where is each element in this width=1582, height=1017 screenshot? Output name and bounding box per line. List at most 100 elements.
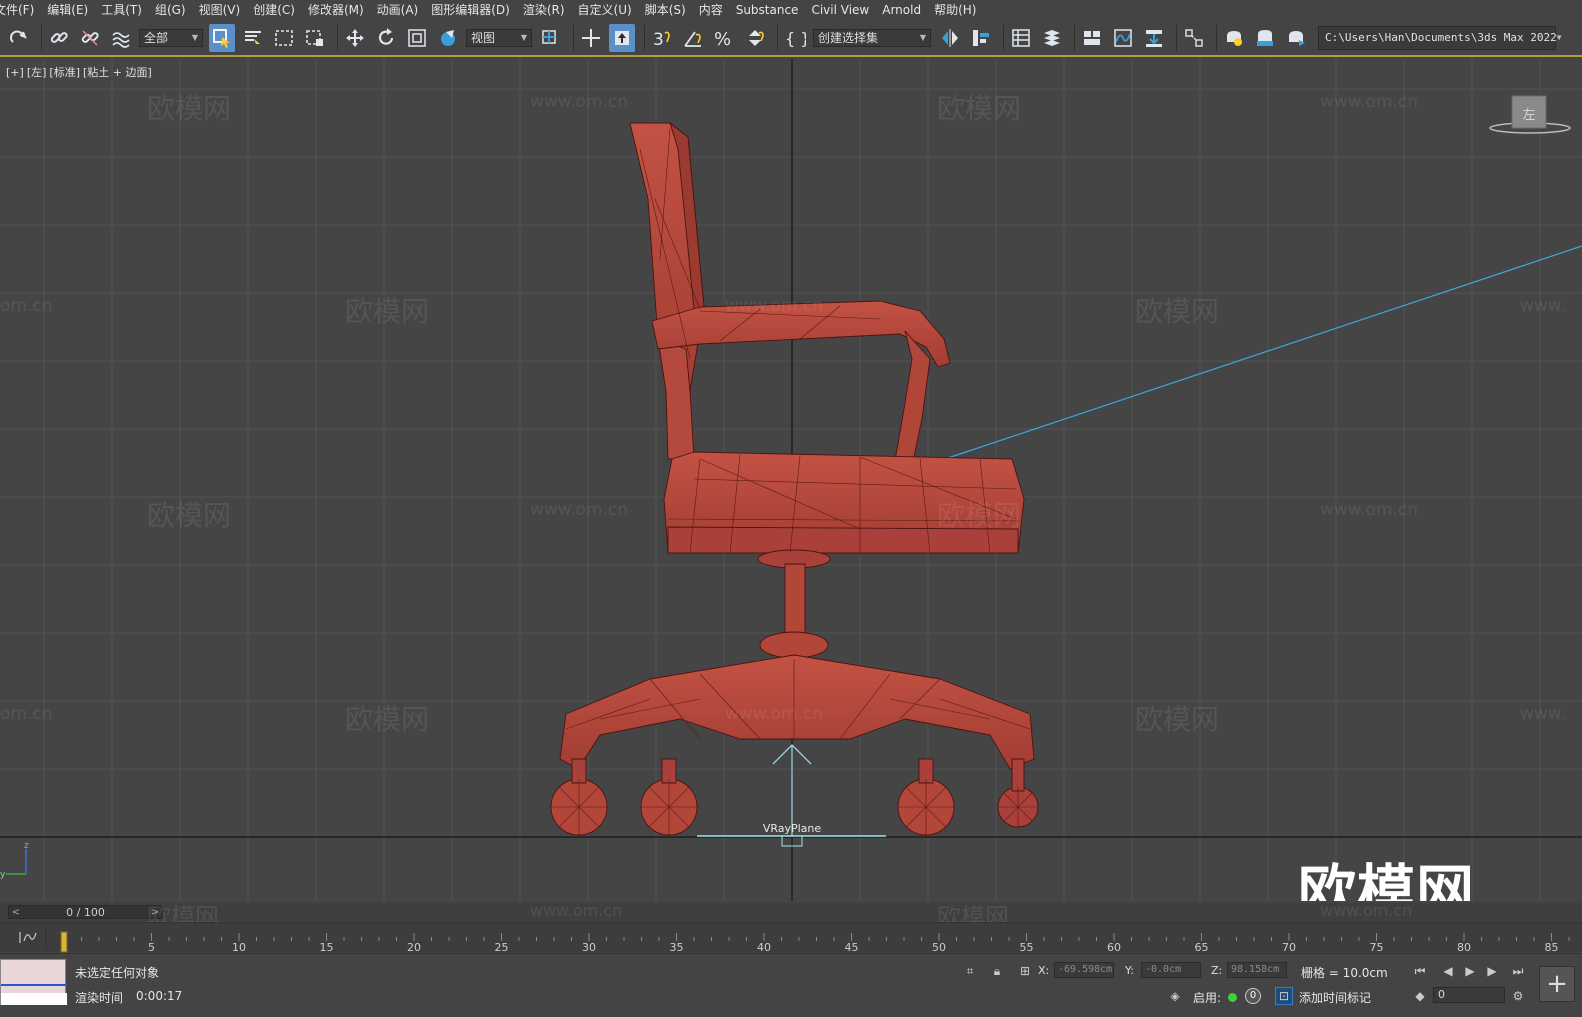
time-slider-value: 0 / 100 (66, 905, 105, 919)
scale-icon[interactable] (404, 24, 430, 52)
reference-coordinate-value: 视图 (471, 31, 496, 45)
z-coord-field[interactable]: 98.158cm (1227, 962, 1287, 978)
goto-end-icon[interactable]: ⏭ (1509, 962, 1527, 980)
watermark: 欧模网 (147, 92, 232, 125)
named-selection-dropdown[interactable]: 创建选择集 ▼ (813, 28, 931, 47)
left-viewport[interactable]: VRayPlane z y 左 [+] [左] [标准] [粘土 + 边面] 欧模网 … (0, 59, 1582, 901)
redo-icon[interactable] (6, 24, 32, 52)
spinner-snap-icon[interactable] (742, 24, 768, 52)
menu-item[interactable]: 动画(A) (377, 0, 432, 20)
scene-explorer-icon[interactable] (1008, 24, 1034, 52)
mini-curve-editor-icon[interactable] (19, 932, 37, 943)
time-tag-icon[interactable]: ⊡ (1275, 987, 1293, 1005)
menu-item[interactable]: 创建(C) (253, 0, 308, 20)
move-icon[interactable] (342, 24, 368, 52)
curve-editor-icon[interactable] (1110, 24, 1136, 52)
reference-coordinate-dropdown[interactable]: 视图 ▼ (466, 28, 532, 47)
bind-spacewarp-icon[interactable] (108, 24, 134, 52)
timeline[interactable]: 0510152025303540455055606570758085 (0, 922, 1582, 953)
render-setup-icon[interactable] (1221, 24, 1247, 52)
viewport-label-part[interactable]: [粘土 + 边面] (83, 66, 152, 79)
snaps-toggle-icon[interactable]: 3 (649, 24, 675, 52)
menu-item[interactable]: Civil View (811, 0, 882, 20)
watermark: om.cn (0, 704, 53, 724)
maxscript-listener-mini[interactable] (0, 959, 67, 1005)
menu-item[interactable]: Substance (736, 0, 812, 20)
menu-item[interactable]: Arnold (882, 0, 934, 20)
render-production-icon[interactable] (1283, 24, 1309, 52)
schematic-view-icon[interactable] (1141, 24, 1167, 52)
unlink-icon[interactable] (77, 24, 103, 52)
x-coord-field[interactable]: -69.598cm (1054, 962, 1114, 978)
timeline-tick-label: 55 (1020, 941, 1034, 953)
menu-item[interactable]: 渲染(R) (523, 0, 578, 20)
menu-item[interactable]: 帮助(H) (934, 0, 989, 20)
menu-item[interactable]: 文件(F) (0, 0, 47, 20)
goto-start-icon[interactable]: ⏮ (1411, 962, 1429, 980)
angle-snap-icon[interactable] (680, 24, 706, 52)
svg-text:%: % (714, 29, 731, 49)
enabled-count-badge: 0 (1245, 988, 1261, 1004)
menu-item[interactable]: 视图(V) (199, 0, 254, 20)
menu-item[interactable]: 图形编辑器(D) (431, 0, 523, 20)
chair-model[interactable] (550, 122, 1039, 836)
timeline-tick-label: 35 (670, 941, 684, 953)
keyboard-shortcut-override-icon[interactable] (609, 23, 635, 52)
frame-spinner-icon[interactable]: ◆ (1411, 987, 1429, 1005)
viewport-label-part[interactable]: [左] (27, 66, 47, 79)
isolate-selection-icon[interactable]: ⌗ (961, 962, 979, 980)
prev-frame-icon[interactable]: < (9, 907, 23, 918)
menu-item[interactable]: 编辑(E) (47, 0, 101, 20)
placement-icon[interactable] (435, 24, 461, 52)
material-editor-icon[interactable] (1181, 24, 1207, 52)
current-frame-value: 0 (1438, 988, 1445, 1001)
adaptive-degradation-icon[interactable]: ◈ (1166, 987, 1184, 1005)
timeline-ruler[interactable]: 0510152025303540455055606570758085 (0, 923, 1582, 953)
selection-filter-dropdown[interactable]: 全部 ▼ (139, 28, 203, 47)
viewport-label[interactable]: [+] [左] [标准] [粘土 + 边面] (6, 64, 155, 80)
layer-explorer-icon[interactable] (1039, 24, 1065, 52)
watermark: om.cn (0, 296, 53, 316)
menu-item[interactable]: 工具(T) (101, 0, 155, 20)
viewport-label-part[interactable]: [标准] (49, 66, 80, 79)
window-crossing-icon[interactable] (302, 24, 328, 52)
project-path-value: C:\Users\Han\Documents\3ds Max 2022 (1325, 31, 1557, 44)
add-time-tag-link[interactable]: 添加时间标记 (1299, 989, 1371, 1006)
play-icon[interactable]: ▶ (1461, 962, 1479, 980)
select-manipulate-icon[interactable] (578, 24, 604, 52)
selection-lock-icon[interactable]: 🔒︎ (988, 962, 1006, 980)
select-by-name-icon[interactable] (240, 24, 266, 52)
mirror-icon[interactable] (937, 24, 963, 52)
menu-item[interactable]: 自定义(U) (578, 0, 645, 20)
pivot-center-icon[interactable] (538, 24, 564, 52)
y-coord-field[interactable]: -0.0cm (1141, 962, 1201, 978)
maximize-viewport-button[interactable]: + (1539, 966, 1575, 1002)
watermark: www.om.cn (530, 901, 623, 920)
rectangular-selection-icon[interactable] (271, 24, 297, 52)
render-time-label: 渲染时间 (75, 991, 124, 1005)
next-key-icon[interactable]: ▶ (1483, 962, 1501, 980)
project-path-field[interactable]: C:\Users\Han\Documents\3ds Max 2022 ▼ (1318, 25, 1562, 50)
absolute-mode-icon[interactable]: ⊞ (1016, 962, 1034, 980)
rendered-frame-window-icon[interactable] (1252, 24, 1278, 52)
toggle-ribbon-icon[interactable] (1079, 24, 1105, 52)
listener-input[interactable] (1, 993, 67, 1005)
link-icon[interactable] (46, 24, 72, 52)
time-cursor[interactable] (60, 931, 68, 953)
menu-item[interactable]: 脚本(S) (645, 0, 699, 20)
time-slider[interactable]: < 0 / 100 > (8, 905, 163, 919)
current-frame-field[interactable]: 0 (1433, 987, 1505, 1003)
time-configuration-icon[interactable]: ⚙ (1509, 987, 1527, 1005)
percent-snap-icon[interactable]: % (711, 24, 737, 52)
menu-item[interactable]: 组(G) (155, 0, 199, 20)
edit-named-selection-icon[interactable]: { } (782, 24, 808, 52)
viewport-canvas[interactable]: VRayPlane z y 左 (0, 59, 1582, 901)
menu-item[interactable]: 内容 (699, 0, 736, 20)
selection-filter-value: 全部 (144, 31, 169, 45)
align-icon[interactable] (968, 24, 994, 52)
menu-item[interactable]: 修改器(M) (308, 0, 377, 20)
prev-key-icon[interactable]: ◀ (1439, 962, 1457, 980)
select-object-icon[interactable] (209, 23, 235, 52)
viewport-label-part[interactable]: [+] (6, 66, 24, 79)
rotate-icon[interactable] (373, 24, 399, 52)
